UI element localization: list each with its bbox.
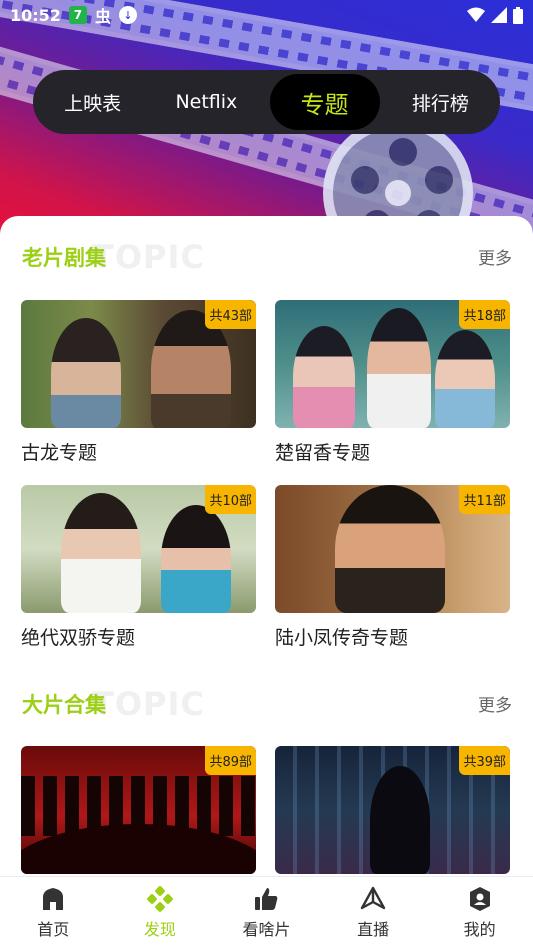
topic-card[interactable]: 共11部 陆小凤传奇专题 — [275, 485, 510, 650]
section-watermark: TOPIC — [92, 685, 205, 723]
nav-label: 看啥片 — [242, 920, 291, 939]
topic-thumbnail: 共43部 — [21, 300, 256, 428]
topic-thumbnail: 共89部 — [21, 746, 256, 874]
episode-count-badge: 共89部 — [205, 746, 256, 775]
live-icon — [360, 886, 386, 910]
topic-card[interactable]: 共43部 古龙专题 — [21, 300, 256, 465]
topic-card[interactable]: 共18部 楚留香专题 — [275, 300, 510, 465]
signal-icon — [491, 7, 507, 23]
tab-rankings[interactable]: 排行榜 — [390, 74, 491, 130]
episode-count-badge: 共39部 — [459, 746, 510, 775]
nav-home[interactable]: 首页 — [8, 886, 98, 940]
topic-thumbnail: 共11部 — [275, 485, 510, 613]
bottom-navigation: 首页 发现 看啥片 直播 我的 — [0, 876, 533, 948]
episode-count-badge: 共10部 — [205, 485, 256, 514]
topic-card[interactable]: 共10部 绝代双骄专题 — [21, 485, 256, 650]
thumbs-up-icon — [255, 888, 278, 910]
more-link[interactable]: 更多 — [478, 691, 512, 716]
episode-count-badge: 共11部 — [459, 485, 510, 514]
nav-label: 发现 — [143, 920, 176, 939]
episode-count-badge: 共43部 — [205, 300, 256, 329]
section-watermark: TOPIC — [92, 238, 205, 276]
topic-card-title: 绝代双骄专题 — [21, 627, 136, 649]
nav-discover[interactable]: 发现 — [115, 886, 205, 940]
tab-showtimes[interactable]: 上映表 — [42, 74, 143, 130]
more-link[interactable]: 更多 — [478, 244, 512, 269]
topic-card[interactable]: 共39部 — [275, 746, 510, 874]
nav-label: 首页 — [37, 920, 70, 939]
notification-bug-icon: 虫 — [94, 7, 111, 26]
section-title: 老片剧集 — [22, 246, 106, 270]
topic-thumbnail: 共39部 — [275, 746, 510, 874]
nav-profile[interactable]: 我的 — [435, 886, 525, 940]
discover-icon — [147, 886, 173, 912]
profile-icon — [469, 887, 490, 911]
section-header: TOPIC 大片合集 更多 — [22, 683, 512, 723]
section-header: TOPIC 老片剧集 更多 — [22, 236, 512, 276]
notification-app-icon: 7 — [68, 6, 87, 24]
status-bar: 10:52 7 虫 ↓ — [0, 0, 533, 30]
topic-card[interactable]: 共89部 — [21, 746, 256, 874]
home-icon — [43, 888, 64, 910]
topic-card-title: 陆小凤传奇专题 — [275, 627, 409, 649]
content-panel: TOPIC 老片剧集 更多 共43部 古龙专题 共18部 楚留香专题 共10部 … — [0, 216, 533, 876]
download-icon: ↓ — [118, 6, 137, 24]
nav-label: 我的 — [463, 920, 496, 939]
topic-card-title: 楚留香专题 — [275, 442, 371, 464]
episode-count-badge: 共18部 — [459, 300, 510, 329]
status-time: 10:52 — [10, 5, 61, 25]
topic-thumbnail: 共18部 — [275, 300, 510, 428]
battery-icon — [513, 6, 523, 24]
category-tabs: 上映表 Netflix 专题 排行榜 — [33, 70, 500, 134]
wifi-icon — [467, 7, 485, 22]
topic-thumbnail: 共10部 — [21, 485, 256, 613]
nav-recommend[interactable]: 看啥片 — [221, 886, 311, 940]
tab-netflix[interactable]: Netflix — [153, 74, 259, 130]
nav-label: 直播 — [357, 920, 390, 939]
topic-card-title: 古龙专题 — [21, 442, 98, 464]
nav-live[interactable]: 直播 — [328, 886, 418, 940]
section-title: 大片合集 — [22, 693, 106, 717]
tab-topics[interactable]: 专题 — [269, 74, 380, 130]
